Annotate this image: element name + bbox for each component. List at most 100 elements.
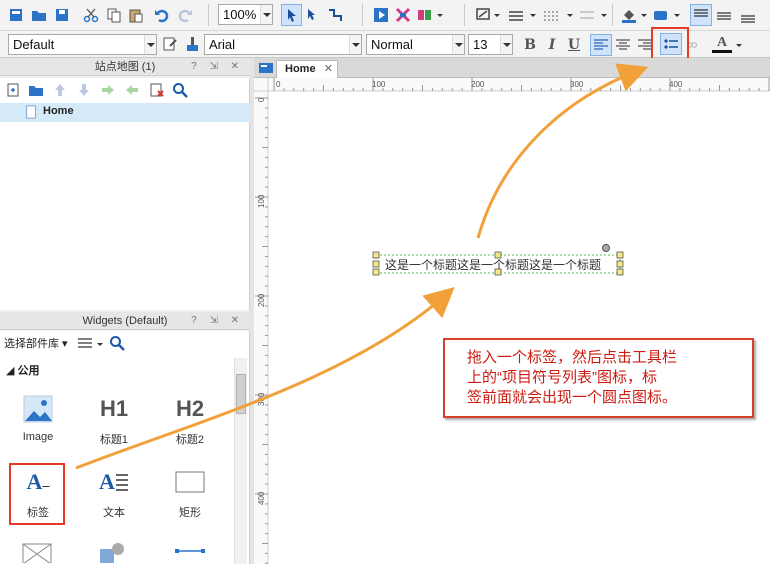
page-tabs: Home ✕ [254, 58, 770, 78]
outdent-icon[interactable] [123, 81, 141, 99]
search-icon[interactable] [171, 81, 189, 99]
widget-category[interactable]: ◢ 公用 [6, 362, 40, 378]
sitemap-panel-header: 站点地图 (1) ? ⇲ ✕ [0, 58, 250, 76]
ruler-v-label: 200 [257, 293, 266, 307]
redo-icon[interactable] [176, 6, 194, 24]
highlight-label-widget [9, 463, 65, 525]
publish-icon[interactable] [416, 6, 434, 24]
widget-text[interactable]: A 文本 [86, 464, 142, 526]
delete-page-icon[interactable] [148, 81, 166, 99]
callout-line: 上的“项目符号列表”图标，标 [467, 369, 657, 386]
arrow-style-icon[interactable] [578, 6, 596, 24]
add-folder-icon[interactable] [27, 81, 45, 99]
sitemap-title: 站点地图 (1) [94, 61, 156, 73]
widget-image[interactable]: Image [10, 391, 66, 453]
rectangle-icon [162, 464, 218, 500]
widget-heading2[interactable]: H2 标题2 [162, 391, 218, 453]
style-manager-icon[interactable] [161, 35, 179, 53]
bold-button[interactable]: B [520, 35, 540, 55]
widget-label: 矩形 [179, 507, 201, 519]
toolbar-separator [362, 4, 363, 26]
close-icon[interactable]: ✕ [324, 61, 333, 77]
h1-icon: H1 [99, 396, 129, 421]
copy-icon[interactable] [105, 6, 123, 24]
indent-icon[interactable] [99, 81, 117, 99]
ruler-h-label: 300 [570, 80, 584, 89]
chevron-down-icon[interactable] [493, 11, 501, 19]
rotate-handle[interactable] [602, 244, 610, 252]
scrollbar-thumb[interactable] [236, 374, 246, 414]
font-size-value: 13 [473, 37, 488, 52]
toolbar-separator [464, 4, 465, 26]
format-painter-icon[interactable] [183, 35, 201, 53]
align-bottom-icon[interactable] [739, 6, 757, 24]
chevron-down-icon[interactable] [600, 11, 608, 19]
chevron-down-icon [500, 35, 512, 54]
new-file-icon[interactable] [7, 6, 25, 24]
font-size-select[interactable]: 13 [468, 34, 513, 55]
widget-heading1[interactable]: H1 标题1 [86, 391, 142, 453]
tab-home[interactable]: Home ✕ [276, 60, 338, 78]
font-weight-select[interactable]: Normal [366, 34, 465, 55]
border-style-icon[interactable] [474, 6, 492, 24]
shapes-icon[interactable] [98, 541, 128, 563]
line-pattern-icon[interactable] [542, 6, 560, 24]
underline-button[interactable]: U [564, 35, 584, 55]
save-icon[interactable] [53, 6, 71, 24]
annotation-callout: 拖入一个标签，然后点击工具栏 上的“项目符号列表”图标，标 签前面就会出现一个圆… [443, 338, 754, 418]
open-folder-icon[interactable] [30, 6, 48, 24]
style-select[interactable]: Default [8, 34, 157, 55]
line-weight-icon[interactable] [507, 6, 525, 24]
fill-color-icon[interactable] [620, 6, 638, 24]
move-up-icon[interactable] [51, 81, 69, 99]
page-icon [24, 104, 38, 120]
panel-controls[interactable]: ? ⇲ ✕ [191, 58, 244, 76]
align-top-icon[interactable] [690, 4, 712, 26]
preview-icon[interactable] [372, 6, 390, 24]
widget-rectangle[interactable]: 矩形 [162, 464, 218, 526]
menu-icon[interactable] [76, 334, 94, 352]
chevron-down-icon[interactable] [436, 11, 444, 19]
panel-controls[interactable]: ? ⇲ ✕ [191, 312, 244, 330]
font-value: Arial [209, 37, 236, 52]
line-widget-icon[interactable] [174, 543, 206, 563]
shadow-icon[interactable] [652, 6, 670, 24]
sitemap-item-label: Home [43, 105, 74, 117]
placeholder-icon[interactable] [22, 543, 52, 563]
align-left-icon[interactable] [590, 34, 612, 56]
search-icon[interactable] [108, 334, 126, 352]
chevron-down-icon[interactable] [735, 41, 743, 49]
widgets-title: Widgets (Default) [82, 315, 168, 327]
style-value: Default [13, 37, 55, 52]
chevron-down-icon[interactable] [673, 11, 681, 19]
chevron-down-icon[interactable] [640, 11, 648, 19]
paste-icon[interactable] [127, 6, 145, 24]
italic-button[interactable]: I [542, 35, 562, 55]
chevron-down-icon[interactable] [566, 11, 574, 19]
image-icon [10, 391, 66, 427]
widgets-scrollbar[interactable] [234, 358, 247, 564]
undo-icon[interactable] [153, 6, 171, 24]
zoom-select[interactable]: 100% [218, 4, 273, 25]
library-select[interactable]: 选择部件库 ▾ [4, 335, 68, 351]
move-down-icon[interactable] [75, 81, 93, 99]
chevron-down-icon[interactable] [96, 340, 104, 348]
align-center-icon[interactable] [614, 36, 632, 54]
cut-icon[interactable] [82, 6, 100, 24]
add-page-icon[interactable] [4, 81, 22, 99]
ruler-h-label: 200 [471, 80, 485, 89]
select-mode-icon[interactable] [281, 4, 302, 26]
connect-mode-icon[interactable] [304, 6, 322, 24]
sitemap-item-home[interactable]: Home [0, 103, 250, 122]
chevron-down-icon[interactable] [529, 11, 537, 19]
share-icon[interactable] [394, 6, 412, 24]
ruler-v-label: 300 [257, 392, 266, 406]
design-canvas[interactable]: 0 100 200 300 400 0 100 200 300 400 这是一个… [254, 78, 770, 564]
text-color-button[interactable]: A [712, 35, 732, 53]
align-middle-icon[interactable] [715, 6, 733, 24]
label-widget-text[interactable]: 这是一个标题这是一个标题这是一个标题 [385, 257, 601, 272]
font-select[interactable]: Arial [204, 34, 362, 55]
widget-category-label: 公用 [17, 365, 40, 377]
connector-icon[interactable] [326, 6, 344, 24]
page-tab-icon[interactable] [257, 59, 275, 77]
